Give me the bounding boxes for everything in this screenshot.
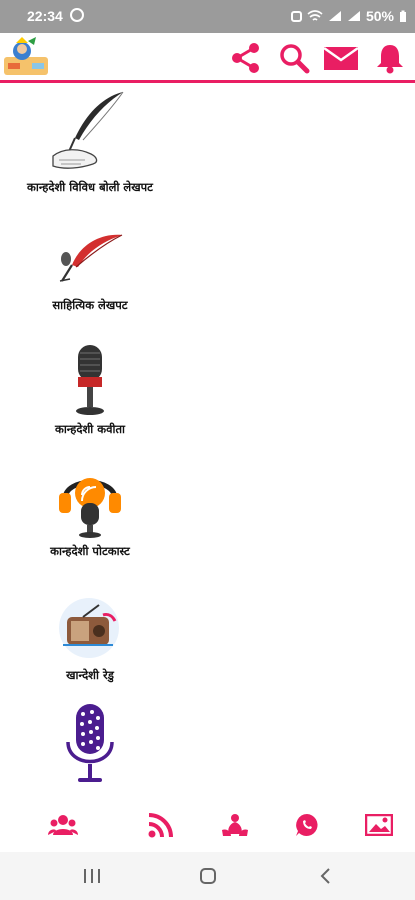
podcast-mic-icon xyxy=(50,462,130,540)
recents-icon xyxy=(84,869,100,883)
share-button[interactable] xyxy=(228,40,264,76)
menu-item-podcast[interactable]: कान्हदेशी पोटकास्ट xyxy=(0,462,180,559)
radio-icon xyxy=(50,592,130,664)
bottom-toolbar xyxy=(0,798,415,852)
status-bar: 22:34 50% xyxy=(0,0,415,33)
krishna-logo[interactable] xyxy=(2,35,50,79)
back-icon xyxy=(320,868,330,884)
whatsapp-button[interactable] xyxy=(292,810,322,840)
group-button[interactable] xyxy=(48,810,78,840)
status-icons: 50% xyxy=(290,8,407,24)
menu-item-recording[interactable] xyxy=(0,702,180,788)
battery-text: 50% xyxy=(365,8,394,24)
signal-icon xyxy=(347,11,360,21)
battery-icon xyxy=(400,10,406,22)
gallery-button[interactable] xyxy=(364,810,394,840)
notifications-button[interactable] xyxy=(372,40,408,76)
home-icon xyxy=(200,868,216,884)
red-feather-icon xyxy=(50,224,130,294)
menu-item-radio[interactable]: खान्देशी रेडु xyxy=(0,592,180,683)
whatsapp-icon xyxy=(296,814,318,836)
rss-button[interactable] xyxy=(146,810,176,840)
menu-item-label: कान्हदेशी विविध बोली लेखपट xyxy=(27,180,153,194)
menu-item-label: साहित्यिक लेखपट xyxy=(52,298,128,312)
menu-item-label: कान्हदेशी पोटकास्ट xyxy=(50,544,130,558)
app-bar xyxy=(0,33,415,83)
menu-list: कान्हदेशी विविध बोली लेखपट साहित्यिक लेख… xyxy=(0,86,415,798)
microphone-icon xyxy=(50,340,130,418)
back-button[interactable] xyxy=(310,864,340,888)
search-button[interactable] xyxy=(276,40,312,76)
bell-icon xyxy=(377,45,403,74)
signal-icon xyxy=(328,11,341,21)
wifi-icon xyxy=(307,10,323,21)
purple-microphone-icon xyxy=(50,702,130,788)
gallery-icon xyxy=(365,814,393,836)
quill-pen-icon xyxy=(45,90,135,176)
menu-item-label: कान्हदेशी कवीता xyxy=(54,422,125,436)
mail-button[interactable] xyxy=(323,40,359,76)
rss-icon xyxy=(148,813,173,838)
group-icon xyxy=(48,815,78,835)
search-icon xyxy=(280,44,310,74)
menu-item-literary-articles[interactable]: साहित्यिक लेखपट xyxy=(0,224,180,313)
menu-item-poems[interactable]: कान्हदेशी कवीता xyxy=(0,340,180,437)
alarm-icon xyxy=(290,10,302,22)
lotus-icon xyxy=(222,814,248,836)
system-nav-bar xyxy=(0,852,415,900)
lotus-button[interactable] xyxy=(220,810,250,840)
home-button[interactable] xyxy=(193,864,223,888)
whatsapp-icon xyxy=(70,8,84,22)
recents-button[interactable] xyxy=(77,864,107,888)
menu-item-label: खान्देशी रेडु xyxy=(66,668,114,682)
mail-icon xyxy=(323,46,359,70)
share-icon xyxy=(232,43,259,73)
status-time: 22:34 xyxy=(27,8,63,24)
menu-item-dialect-articles[interactable]: कान्हदेशी विविध बोली लेखपट xyxy=(0,90,180,195)
